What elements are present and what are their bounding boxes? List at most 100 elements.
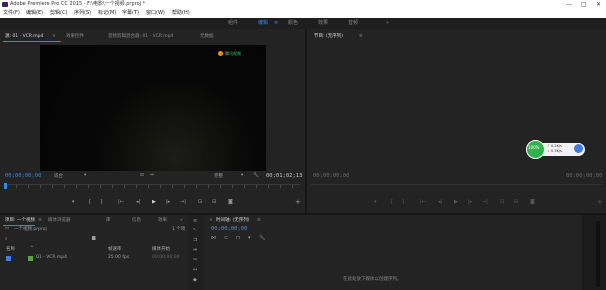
table-row[interactable]: 01 - VCR.mp4 25.00 fps 00;00;00;00 (0, 254, 188, 263)
source-time-ruler[interactable] (4, 184, 300, 192)
tab-info[interactable]: 信息 (132, 215, 141, 226)
settings-icon[interactable]: ⊡ (140, 173, 144, 178)
menu-marker[interactable]: 标记(M) (98, 9, 116, 18)
timeline-empty-message: 在此处放下媒体以创建序列。 (343, 277, 402, 282)
workspace-more-button[interactable]: » (386, 18, 389, 29)
restore-button[interactable]: □ (581, 0, 587, 9)
upload-arrow-icon: ↑ (547, 144, 550, 148)
add-marker-timeline-icon[interactable]: ⊓ (236, 235, 240, 242)
linked-selection-icon[interactable]: ⊂ (224, 235, 228, 242)
premiere-app-icon (2, 2, 8, 7)
track-select-tool-icon[interactable]: ⇉ (193, 237, 197, 244)
program-mark-in-icon[interactable]: { (390, 199, 393, 206)
marker-icon[interactable]: ⇔ (150, 173, 154, 178)
column-name[interactable]: 名称 (6, 246, 15, 252)
program-export-frame-icon[interactable]: ◙ (530, 199, 535, 206)
go-to-out-icon[interactable]: →| (180, 199, 186, 206)
menu-sequence[interactable]: 序列(S) (74, 9, 91, 18)
tab-libraries[interactable]: 库 (106, 215, 111, 226)
project-folder-icon: ▭ (5, 226, 10, 231)
timeline-settings-icon[interactable]: 🔧︎ (259, 235, 265, 242)
workspace-menu-icon[interactable]: ≡ (274, 18, 278, 29)
ripple-edit-tool-icon[interactable]: ⇹ (193, 247, 197, 254)
source-resolution-select[interactable]: 完整 (214, 173, 223, 179)
timeline-marker-icon[interactable]: ▾ (248, 235, 251, 242)
audio-meters-panel (582, 215, 606, 290)
program-mark-out-icon[interactable]: } (402, 199, 405, 206)
column-media-start[interactable]: 媒体开始 (152, 246, 170, 252)
project-search-icon[interactable]: ⌕ (5, 236, 8, 242)
program-go-to-out-icon[interactable]: →| (482, 199, 488, 206)
program-button-editor-icon[interactable]: + (597, 199, 603, 206)
tools-panel: ≡ ↖ ⇉ ⇹ ✂ ↔ ◆ (188, 215, 205, 290)
slip-tool-icon[interactable]: ↔ (193, 267, 197, 274)
program-timecode-out: 00;00;00;00 (566, 173, 603, 179)
program-play-icon[interactable]: ▶ (454, 199, 458, 206)
watermark-logo-icon (218, 51, 223, 56)
menu-title[interactable]: 字幕(T) (122, 9, 139, 18)
fit-dropdown-icon[interactable]: ▾ (84, 173, 86, 178)
playhead-icon[interactable] (4, 183, 7, 189)
step-forward-icon[interactable]: |▸ (166, 199, 170, 206)
minimize-button[interactable]: — (566, 0, 572, 9)
menu-clip[interactable]: 剪辑(C) (50, 9, 67, 18)
close-button[interactable]: ✕ (596, 0, 601, 9)
program-step-back-icon[interactable]: ◂| (438, 199, 442, 206)
go-to-in-icon[interactable]: |← (118, 199, 124, 206)
mark-out-icon[interactable]: } (100, 199, 103, 206)
overwrite-icon[interactable]: ⊟ (212, 199, 216, 206)
program-go-to-in-icon[interactable]: |← (420, 199, 426, 206)
menu-edit[interactable]: 编辑(E) (26, 9, 43, 18)
workspace-assembly[interactable]: 组件 (228, 18, 238, 29)
column-fps[interactable]: 帧速率 (108, 246, 122, 252)
tab-media-browser[interactable]: 媒体浏览器 (48, 215, 71, 226)
project-tab-menu-icon[interactable]: ≡ (38, 215, 42, 226)
step-back-icon[interactable]: ◂| (136, 199, 140, 206)
timeline-timecode[interactable]: 00;00;00;00 (211, 226, 247, 232)
workspace-audio[interactable]: 音频 (348, 18, 358, 29)
tab-audio-mixer[interactable]: 音频剪辑混合器: 01 - VCR.mp4 (108, 31, 173, 42)
tab-effects[interactable]: 效果 (158, 215, 167, 226)
workspace-editing[interactable]: 编辑 (258, 18, 268, 29)
add-marker-icon[interactable]: ▾ (72, 199, 75, 206)
export-frame-icon[interactable]: ◙ (228, 199, 233, 206)
timeline-close-icon[interactable]: × (209, 215, 213, 226)
program-tab-menu-icon[interactable]: ≡ (359, 31, 363, 42)
source-fit-select[interactable]: 适合 (54, 173, 63, 179)
selection-tool-icon[interactable]: ↖ (193, 227, 197, 234)
menu-file[interactable]: 文件(F) (3, 9, 20, 18)
network-speed-widget[interactable]: 100% ↑ 0.2K/s ↓ 0.3K/s (526, 140, 588, 159)
menu-window[interactable]: 窗口(W) (146, 9, 165, 18)
tools-menu-icon[interactable]: ≡ (193, 218, 197, 225)
play-icon[interactable]: ▶ (152, 199, 156, 206)
tab-more-icon[interactable]: » (180, 215, 183, 226)
button-editor-icon[interactable]: + (295, 199, 301, 206)
menu-help[interactable]: 帮助(H) (172, 9, 190, 18)
program-timecode-in[interactable]: 00;00;00;00 (313, 173, 349, 179)
source-timecode-in[interactable]: 00;00;00;00 (5, 173, 41, 179)
tab-timeline[interactable]: 时间轴: (无序列) (216, 215, 249, 226)
workspace-effects[interactable]: 效果 (318, 18, 328, 29)
snap-icon[interactable]: ⋈ (211, 235, 216, 242)
tab-metadata[interactable]: 元数据 (200, 31, 214, 42)
program-extract-icon[interactable]: ⊟ (514, 199, 518, 206)
wrench-icon[interactable]: 🔧︎ (253, 173, 259, 178)
razor-tool-icon[interactable]: ✂ (193, 257, 197, 264)
timeline-tab-menu-icon[interactable]: ≡ (257, 215, 261, 226)
insert-icon[interactable]: ⊡ (198, 199, 202, 206)
mark-in-icon[interactable]: { (88, 199, 91, 206)
program-step-forward-icon[interactable]: |▸ (468, 199, 472, 206)
timeline-panel: × 时间轴: (无序列) ≡ 00;00;00;00 ⋈ ⊂ ⊓ ▾ 🔧︎ 在此… (205, 215, 582, 290)
widget-down-speed: 0.3K/s (551, 149, 562, 153)
workspace-color[interactable]: 颜色 (288, 18, 298, 29)
program-add-marker-icon[interactable]: ▾ (374, 199, 377, 206)
resolution-dropdown-icon[interactable]: ▾ (241, 173, 243, 178)
tab-program[interactable]: 节目: (无序列) (314, 31, 343, 42)
tab-effect-controls[interactable]: 效果控件 (66, 31, 84, 42)
new-bin-icon[interactable]: ▆ (92, 236, 95, 241)
program-lift-icon[interactable]: ⊡ (500, 199, 504, 206)
sort-asc-icon[interactable]: ^ (30, 246, 34, 251)
clip-fps: 25.00 fps (108, 255, 130, 260)
pen-tool-icon[interactable]: ◆ (193, 277, 197, 284)
program-time-ruler[interactable] (311, 184, 602, 192)
